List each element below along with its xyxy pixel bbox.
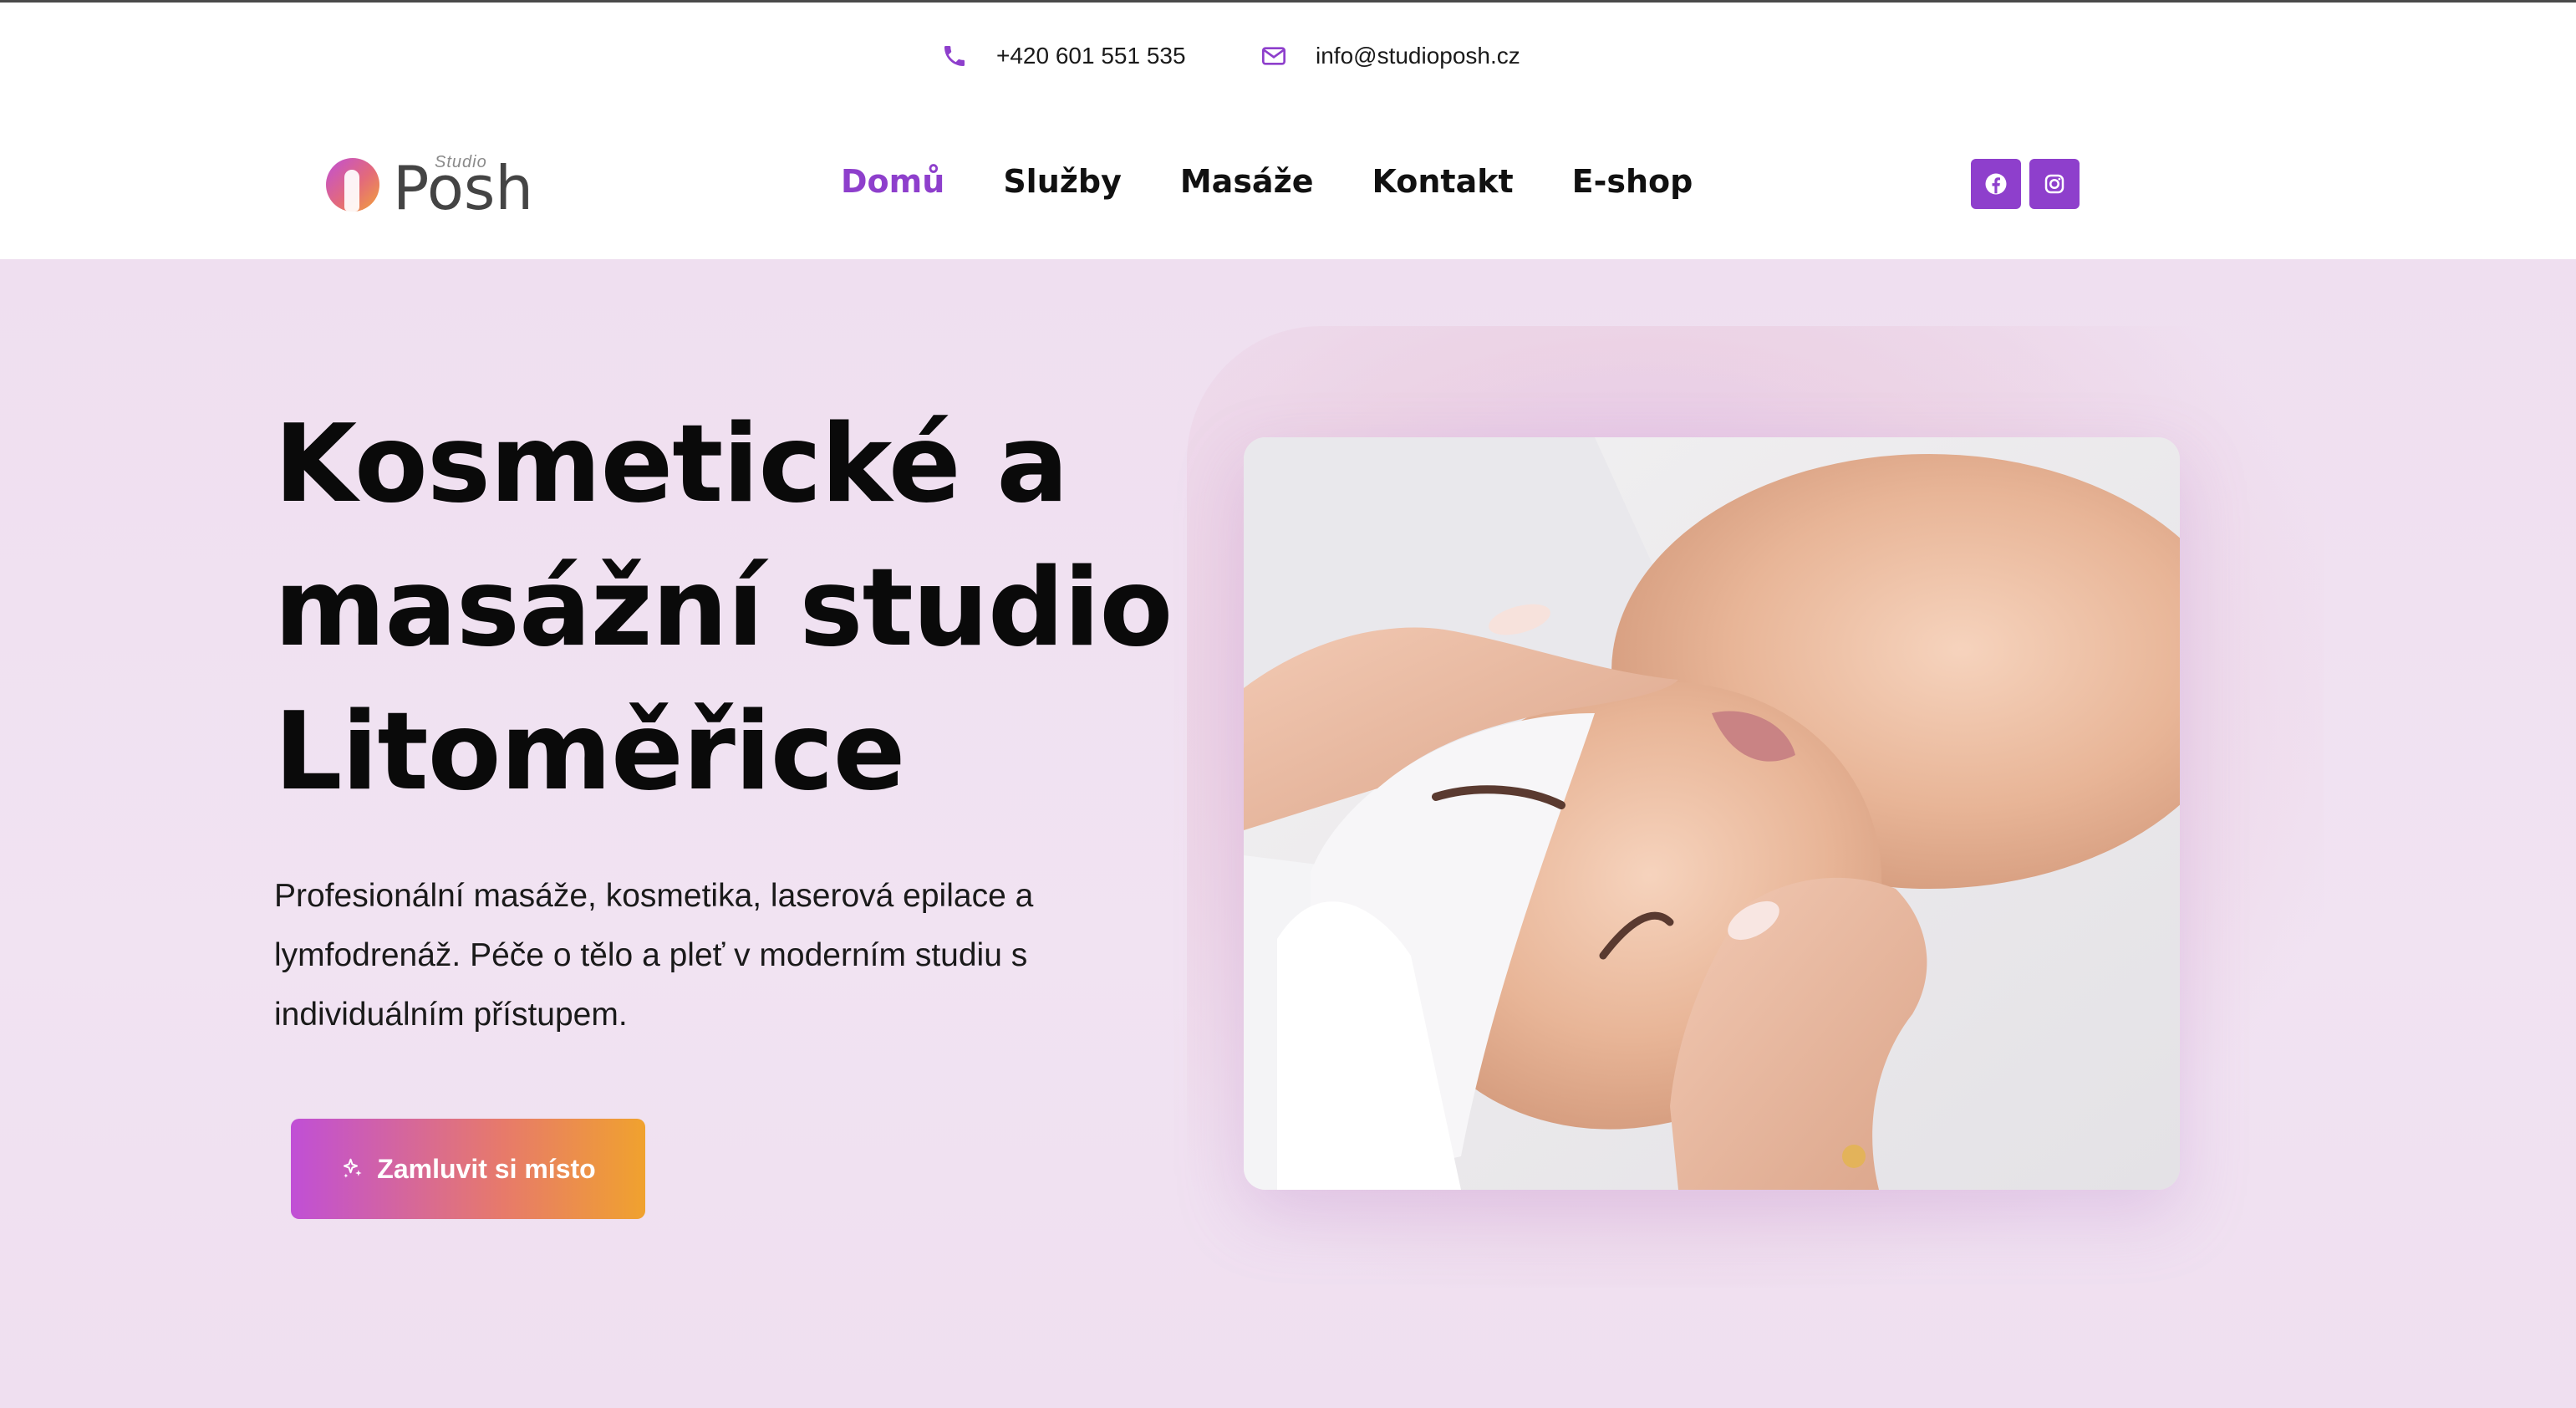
hero-title-line: Litoměřice — [274, 690, 905, 814]
book-appointment-label: Zamluvit si místo — [377, 1153, 596, 1184]
envelope-icon — [1262, 47, 1285, 65]
nav-item-masaze[interactable]: Masáže — [1180, 163, 1314, 200]
main-nav: Domů Služby Masáže Kontakt E-shop — [841, 156, 1693, 207]
hero-title-line: Kosmetické a — [274, 402, 1069, 527]
nav-item-sluzby[interactable]: Služby — [1003, 163, 1122, 200]
hero-title-line: masážní studio — [274, 546, 1173, 671]
nav-item-eshop[interactable]: E-shop — [1572, 163, 1693, 200]
hero-description-line: lymfodrenáž. Péče o tělo a pleť v modern… — [274, 937, 1028, 973]
hero-description-line: individuálním přístupem. — [274, 997, 628, 1033]
contact-bar: +420 601 551 535 info@studioposh.cz — [0, 3, 2576, 106]
hero-photo — [1244, 437, 2180, 1190]
sparkle-icon — [344, 1158, 362, 1178]
phone-icon — [944, 46, 965, 66]
site-header: Studio Posh Domů Služby Masáže Kontakt E… — [0, 106, 2576, 259]
instagram-button[interactable] — [2029, 159, 2080, 209]
email-address: info@studioposh.cz — [1316, 43, 1520, 69]
nav-item-domu[interactable]: Domů — [841, 163, 944, 200]
logo[interactable]: Studio Posh — [326, 153, 533, 223]
facebook-icon — [1985, 173, 2007, 195]
facial-massage-photo — [1244, 437, 2180, 1190]
nav-item-kontakt[interactable]: Kontakt — [1372, 163, 1513, 200]
hero-description-line: Profesionální masáže, kosmetika, laserov… — [274, 878, 1034, 914]
email-link[interactable]: info@studioposh.cz — [1260, 31, 1520, 81]
phone-number: +420 601 551 535 — [996, 43, 1186, 69]
phone-link[interactable]: +420 601 551 535 — [941, 31, 1186, 81]
book-appointment-button[interactable]: Zamluvit si místo — [291, 1119, 645, 1219]
hero-section: Kosmetické a masážní studio Litoměřice P… — [0, 259, 2576, 1408]
logo-mark-icon — [326, 158, 379, 212]
instagram-icon — [2044, 174, 2064, 194]
hero-title: Kosmetické a masážní studio Litoměřice — [274, 393, 1235, 824]
hero-description: Profesionální masáže, kosmetika, laserov… — [274, 866, 1093, 1044]
logo-text: Posh — [393, 153, 534, 223]
facebook-button[interactable] — [1971, 159, 2021, 209]
